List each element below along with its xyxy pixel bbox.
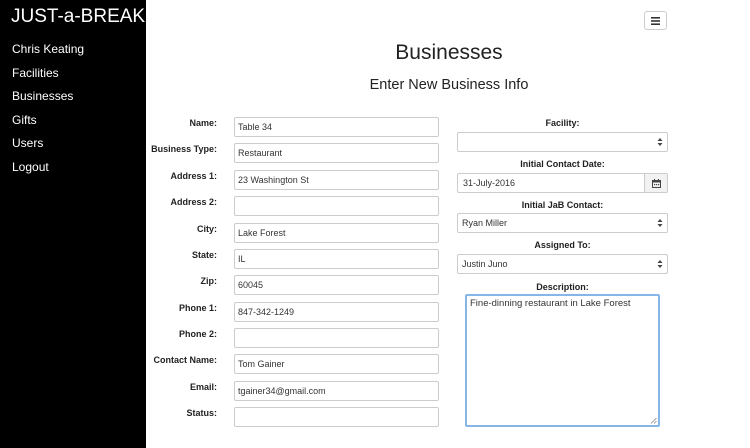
initial-contact-date-group: 31-July-2016 [457, 173, 668, 193]
sidebar-item-gifts[interactable]: Gifts [12, 112, 84, 136]
calendar-icon [651, 178, 661, 188]
status-input[interactable] [234, 407, 439, 427]
initial-contact-date-input[interactable]: 31-July-2016 [457, 173, 645, 193]
city-label: City: [197, 224, 217, 234]
business-type-label: Business Type: [151, 144, 217, 154]
assigned-to-select[interactable]: Justin Juno [457, 254, 668, 274]
sidebar-item-facilities[interactable]: Facilities [12, 65, 84, 89]
facility-select[interactable] [457, 132, 668, 152]
menu-toggle-button[interactable] [644, 11, 667, 30]
business-type-input[interactable]: Restaurant [234, 143, 439, 163]
email-label: Email: [189, 382, 217, 392]
description-label: Description: [536, 282, 589, 292]
sidebar-item-user[interactable]: Chris Keating [12, 41, 84, 65]
phone2-input[interactable] [234, 328, 439, 348]
brand-title[interactable]: JUST-a-BREAK [11, 6, 145, 28]
initial-jab-contact-select[interactable]: Ryan Miller [457, 213, 668, 233]
sidebar-item-users[interactable]: Users [12, 135, 84, 159]
state-input[interactable]: IL [234, 249, 439, 269]
city-input[interactable]: Lake Forest [234, 223, 439, 243]
initial-jab-contact-label: Initial JaB Contact: [521, 200, 604, 210]
date-picker-button[interactable] [644, 173, 668, 193]
address1-input[interactable]: 23 Washington St [234, 170, 439, 190]
contact-name-input[interactable]: Tom Gainer [234, 354, 439, 374]
resize-grip-icon[interactable] [650, 417, 657, 424]
assigned-to-value: Justin Juno [462, 259, 508, 269]
initial-jab-contact-value: Ryan Miller [462, 218, 508, 228]
phone1-input[interactable]: 847-342-1249 [234, 302, 439, 322]
page-subtitle: Enter New Business Info [369, 77, 529, 93]
phone2-label: Phone 2: [178, 329, 217, 339]
email-input[interactable]: tgainer34@gmail.com [234, 381, 439, 401]
description-value: Fine-dinning restaurant in Lake Forest [470, 298, 631, 309]
sidebar-nav: Chris Keating Facilities Businesses Gift… [12, 41, 84, 183]
zip-input[interactable]: 60045 [234, 275, 439, 295]
zip-label: Zip: [200, 276, 218, 286]
facility-label: Facility: [545, 118, 580, 128]
description-textarea[interactable]: Fine-dinning restaurant in Lake Forest [465, 294, 660, 427]
address2-label: Address 2: [170, 197, 217, 207]
status-label: Status: [186, 408, 217, 418]
select-caret-icon [657, 138, 663, 146]
page-title: Businesses [395, 41, 503, 64]
phone1-label: Phone 1: [178, 303, 217, 313]
select-caret-icon [657, 219, 663, 227]
address1-label: Address 1: [170, 171, 217, 181]
initial-contact-date-label: Initial Contact Date: [520, 159, 605, 169]
select-caret-icon [657, 260, 663, 268]
sidebar-item-logout[interactable]: Logout [12, 159, 84, 183]
name-input[interactable]: Table 34 [234, 117, 439, 137]
contact-name-label: Contact Name: [153, 355, 217, 365]
assigned-to-label: Assigned To: [534, 240, 591, 250]
sidebar-item-businesses[interactable]: Businesses [12, 88, 84, 112]
address2-input[interactable] [234, 196, 439, 216]
hamburger-icon [651, 16, 660, 25]
state-label: State: [191, 250, 217, 260]
name-label: Name: [189, 118, 217, 128]
